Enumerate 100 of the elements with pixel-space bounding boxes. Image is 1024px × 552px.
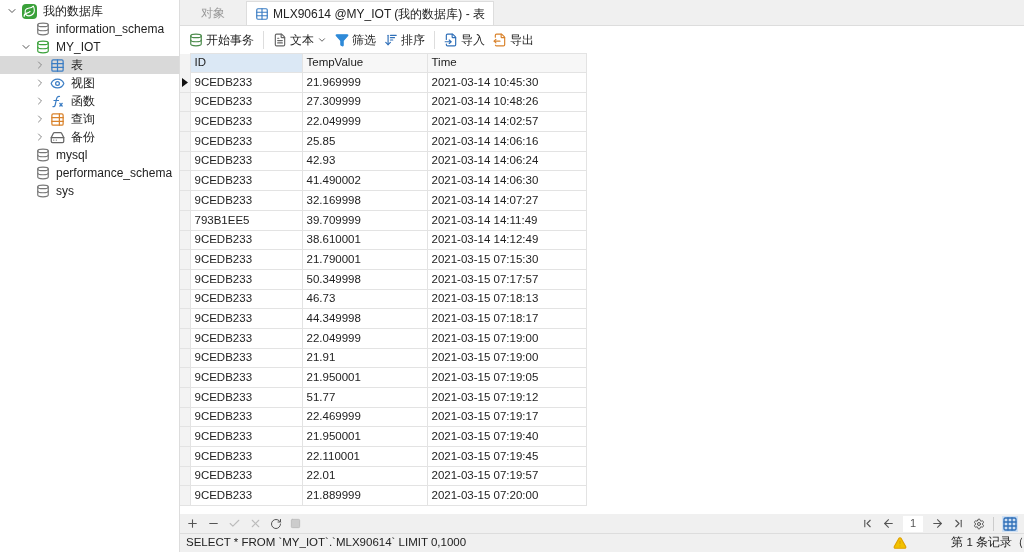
table-cell: 9CEDB233 bbox=[190, 466, 302, 486]
column-header[interactable]: TempValue bbox=[302, 53, 427, 73]
leaf-icon bbox=[22, 3, 37, 19]
table-cell: 2021-03-14 14:07:27 bbox=[427, 190, 586, 211]
eye-icon bbox=[50, 75, 65, 91]
table-cell: 2021-03-15 07:17:57 bbox=[427, 269, 586, 290]
tree-item[interactable]: 表 bbox=[0, 56, 179, 74]
filter-icon bbox=[335, 32, 349, 47]
row-indicator[interactable] bbox=[180, 72, 190, 93]
table-cell: 2021-03-15 07:20:00 bbox=[427, 485, 586, 506]
table-cell: 9CEDB233 bbox=[190, 446, 302, 467]
table-cell: 46.73 bbox=[302, 289, 427, 309]
table-cell: 21.969999 bbox=[302, 72, 427, 93]
toolbar-button[interactable]: 导入 bbox=[441, 28, 488, 51]
table-cell: 21.889999 bbox=[302, 485, 427, 506]
table-icon bbox=[50, 57, 65, 73]
tree-label: 视图 bbox=[71, 75, 95, 92]
table-cell: 2021-03-15 07:19:05 bbox=[427, 367, 586, 388]
table-icon bbox=[50, 111, 65, 127]
table-cell: 9CEDB233 bbox=[190, 190, 302, 211]
toolbar-button[interactable]: 排序 bbox=[381, 28, 428, 51]
refresh-icon[interactable] bbox=[270, 517, 282, 530]
table-cell: 9CEDB233 bbox=[190, 111, 302, 132]
tree-label: performance_schema bbox=[56, 165, 173, 182]
table-cell: 9CEDB233 bbox=[190, 426, 302, 447]
table-cell: 2021-03-14 10:48:26 bbox=[427, 92, 586, 112]
table-cell: 22.049999 bbox=[302, 328, 427, 349]
tree-label: information_schema bbox=[56, 21, 165, 38]
tree-label: 函数 bbox=[71, 93, 95, 110]
table-cell: 21.91 bbox=[302, 348, 427, 368]
sort-icon bbox=[384, 32, 398, 47]
table-cell: 21.950001 bbox=[302, 426, 427, 447]
tree-label: sys bbox=[56, 183, 74, 200]
table-cell: 2021-03-14 14:06:16 bbox=[427, 131, 586, 152]
grid-icon[interactable] bbox=[1002, 515, 1018, 532]
row-pointer-icon bbox=[181, 77, 188, 87]
toolbar-button[interactable]: 开始事务 bbox=[186, 28, 257, 51]
add-icon[interactable] bbox=[186, 517, 199, 530]
first-page-icon[interactable] bbox=[861, 517, 874, 530]
tree-item[interactable]: 函数 bbox=[0, 92, 179, 110]
table-cell: 25.85 bbox=[302, 131, 427, 152]
record-text: 第 1 条记录（ bbox=[951, 535, 1024, 551]
warning-icon bbox=[893, 536, 908, 550]
tree-label: 我的数据库 bbox=[43, 3, 103, 20]
table-cell: 2021-03-14 14:11:49 bbox=[427, 210, 586, 230]
table-cell: 2021-03-14 14:12:49 bbox=[427, 230, 586, 250]
table-cell: 44.349998 bbox=[302, 308, 427, 329]
tree-item[interactable]: information_schema bbox=[0, 20, 179, 38]
tree-item[interactable]: mysql bbox=[0, 146, 179, 164]
table-cell: 9CEDB233 bbox=[190, 328, 302, 349]
arrow-left-icon[interactable] bbox=[882, 517, 895, 530]
table-cell: 21.790001 bbox=[302, 249, 427, 270]
table-cell: 9CEDB233 bbox=[190, 367, 302, 388]
last-page-icon[interactable] bbox=[952, 517, 965, 530]
tree-label: 备份 bbox=[71, 129, 95, 146]
table-cell: 2021-03-15 07:19:57 bbox=[427, 466, 586, 486]
table-cell: 9CEDB233 bbox=[190, 72, 302, 93]
table-cell: 2021-03-14 14:06:24 bbox=[427, 151, 586, 171]
table-cell: 27.309999 bbox=[302, 92, 427, 112]
table-cell: 39.709999 bbox=[302, 210, 427, 230]
table-cell: 2021-03-15 07:19:12 bbox=[427, 387, 586, 408]
tree-item[interactable]: MY_IOT bbox=[0, 38, 179, 56]
table-cell: 38.610001 bbox=[302, 230, 427, 250]
toolbar-button[interactable]: 筛选 bbox=[332, 28, 379, 51]
settings-icon[interactable] bbox=[973, 517, 985, 530]
table-cell: 22.049999 bbox=[302, 111, 427, 132]
column-header[interactable]: ID bbox=[190, 53, 302, 73]
tree-label: MY_IOT bbox=[56, 39, 101, 56]
table-cell: 22.01 bbox=[302, 466, 427, 486]
table-cell: 2021-03-15 07:19:00 bbox=[427, 328, 586, 349]
tree-item[interactable]: 备份 bbox=[0, 128, 179, 146]
arrow-right-icon[interactable] bbox=[931, 517, 944, 530]
table-cell: 9CEDB233 bbox=[190, 249, 302, 270]
table-cell: 51.77 bbox=[302, 387, 427, 408]
column-header[interactable]: Time bbox=[427, 53, 586, 73]
table-cell: 2021-03-15 07:19:45 bbox=[427, 446, 586, 467]
tree-label: 查询 bbox=[71, 111, 95, 128]
tree-item[interactable]: 查询 bbox=[0, 110, 179, 128]
table-cell: 9CEDB233 bbox=[190, 230, 302, 250]
close-icon[interactable] bbox=[249, 517, 262, 530]
tree-item[interactable]: 视图 bbox=[0, 74, 179, 92]
stop-icon[interactable] bbox=[290, 518, 301, 529]
tab[interactable]: MLX90614 @MY_IOT (我的数据库) - 表 bbox=[246, 1, 494, 25]
toolbar-button[interactable]: 文本 bbox=[270, 28, 330, 51]
table-cell: 2021-03-15 07:15:30 bbox=[427, 249, 586, 270]
tree-item[interactable]: sys bbox=[0, 182, 179, 200]
table-cell: 50.349998 bbox=[302, 269, 427, 290]
table-cell: 9CEDB233 bbox=[190, 92, 302, 112]
table-cell: 9CEDB233 bbox=[190, 131, 302, 152]
tree-item[interactable]: performance_schema bbox=[0, 164, 179, 182]
table-cell: 2021-03-14 14:06:30 bbox=[427, 170, 586, 191]
table-cell: 9CEDB233 bbox=[190, 289, 302, 309]
tree-item[interactable]: 我的数据库 bbox=[0, 2, 179, 20]
check-icon[interactable] bbox=[228, 517, 241, 530]
page-field[interactable]: 1 bbox=[903, 515, 923, 532]
toolbar-button[interactable]: 导出 bbox=[490, 28, 537, 51]
sql-text: SELECT * FROM `MY_IOT`.`MLX90614` LIMIT 0,1000 bbox=[185, 535, 468, 551]
document-icon bbox=[273, 32, 287, 47]
table-cell: 9CEDB233 bbox=[190, 151, 302, 171]
table-cell: 2021-03-15 07:18:17 bbox=[427, 308, 586, 329]
